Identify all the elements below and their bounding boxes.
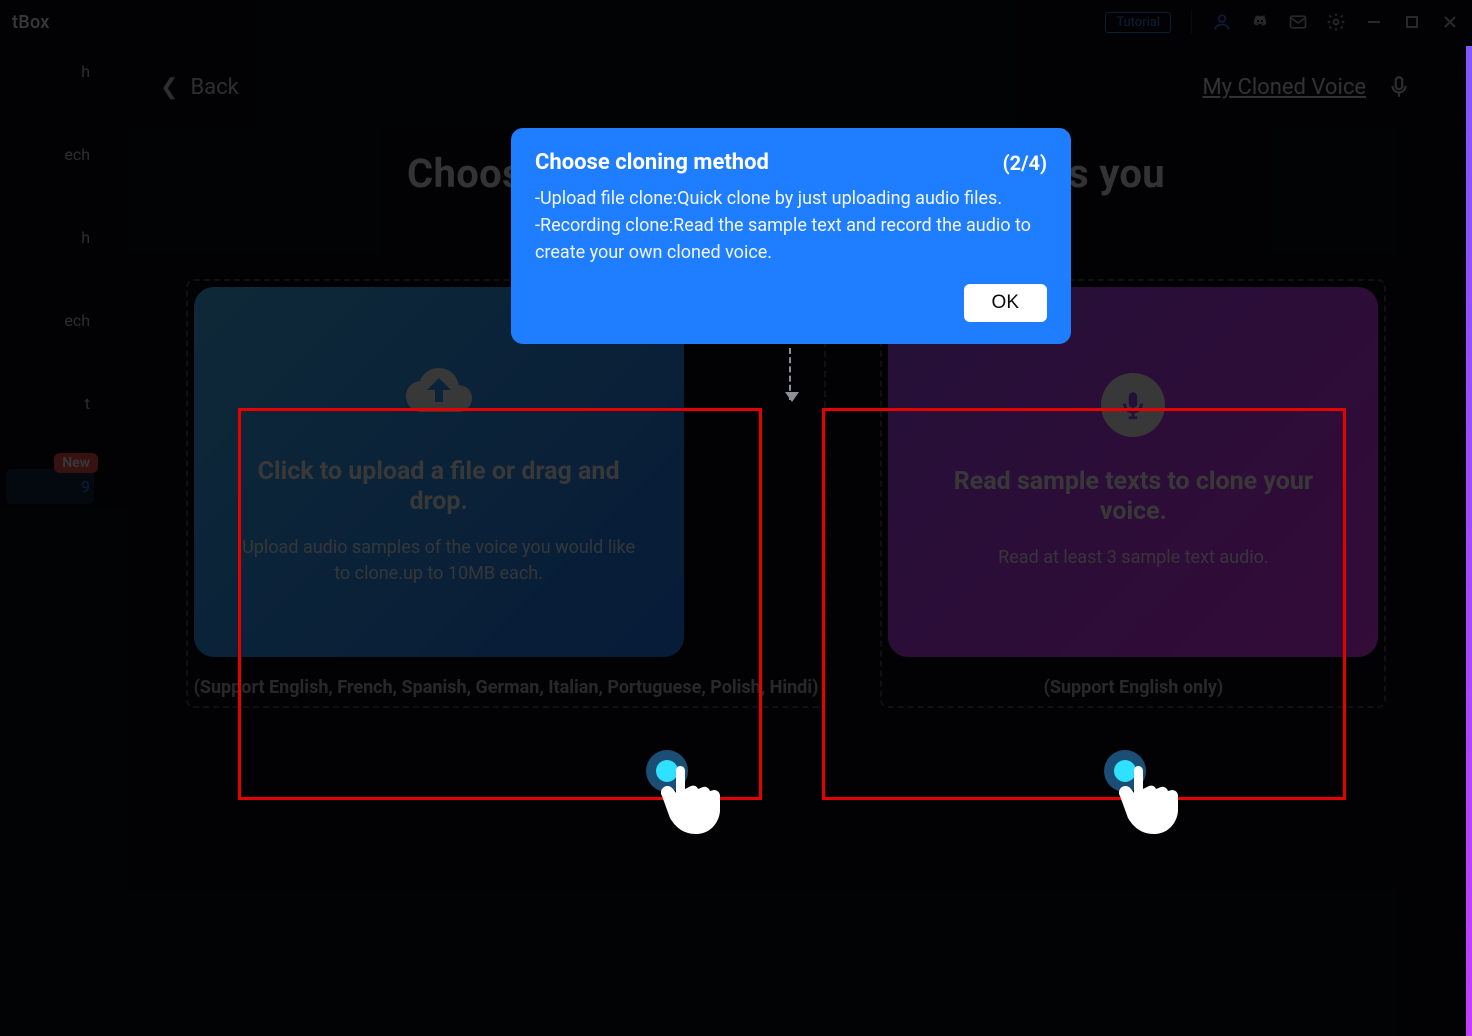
back-button[interactable]: ❮ Back [160,75,239,100]
record-card-subtitle: Read at least 3 sample text audio. [998,545,1268,571]
popover-line-1: -Upload file clone:Quick clone by just u… [535,185,1047,212]
back-label: Back [190,75,238,100]
settings-icon[interactable] [1326,12,1346,32]
chevron-left-icon: ❮ [160,75,178,100]
tutorial-popover: Choose cloning method (2/4) -Upload file… [511,128,1071,344]
subheader: ❮ Back My Cloned Voice [160,74,1412,100]
divider [1191,10,1192,34]
cloning-method-cards: Click to upload a file or drag and drop.… [160,287,1412,700]
mail-icon[interactable] [1288,12,1308,32]
sidebar: h ech h ech t New 9 [0,44,100,1036]
popover-title: Choose cloning method [535,150,769,175]
my-cloned-voice-link[interactable]: My Cloned Voice [1202,75,1366,100]
sidebar-item[interactable]: ech [6,137,94,172]
upload-card-title: Click to upload a file or drag and drop. [234,457,644,517]
popover-step-counter: (2/4) [1003,151,1047,175]
sidebar-item-active[interactable]: New 9 [6,469,94,504]
maximize-button[interactable] [1402,12,1422,32]
cloud-upload-icon [404,357,474,427]
popover-body: -Upload file clone:Quick clone by just u… [535,185,1047,266]
close-button[interactable] [1440,12,1460,32]
sidebar-item[interactable]: t [6,386,94,421]
sidebar-item[interactable]: ech [6,303,94,338]
microphone-icon [1101,373,1165,437]
titlebar: tBox Tutorial [0,0,1472,44]
sidebar-item[interactable]: h [6,220,94,255]
right-edge-accent [1466,46,1472,1036]
discord-icon[interactable] [1250,12,1270,32]
new-badge: New [54,453,98,473]
sidebar-item-label: 9 [81,477,90,496]
voice-wave-icon[interactable] [1386,74,1412,100]
minimize-button[interactable] [1364,12,1384,32]
account-icon[interactable] [1212,12,1232,32]
ok-button[interactable]: OK [964,284,1047,322]
popover-line-2: -Recording clone:Read the sample text an… [535,212,1047,266]
app-title: tBox [12,12,50,33]
sidebar-item[interactable]: h [6,54,94,89]
record-card-title: Read sample texts to clone your voice. [928,467,1338,527]
upload-card-subtitle: Upload audio samples of the voice you wo… [234,535,644,587]
tutorial-button[interactable]: Tutorial [1105,12,1171,33]
tutorial-arrow [789,348,791,400]
